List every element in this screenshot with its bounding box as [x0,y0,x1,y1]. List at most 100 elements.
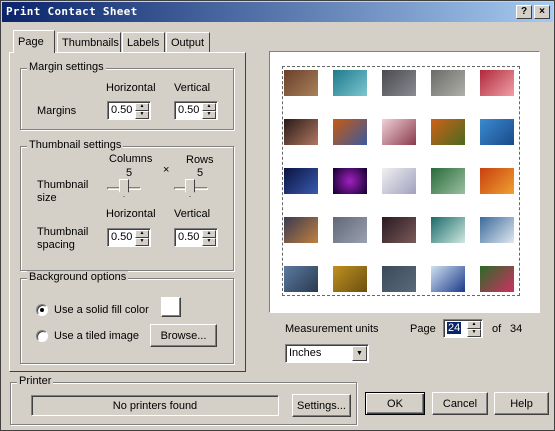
spin-up-icon[interactable]: ▲ [467,321,481,329]
thumbnail-grey-animal [431,70,465,96]
spin-up-icon[interactable]: ▲ [135,103,149,111]
help-button[interactable]: Help [494,392,549,415]
thumbnail-grey-texture [382,266,416,292]
margins-label: Margins [37,105,77,117]
solid-fill-radio[interactable] [36,304,48,316]
thumbnail-settings-group: Thumbnail settings Columns Rows × 5 5 Th… [20,139,234,271]
printer-title: Printer [17,375,54,387]
thumbnail-brown-sepia-scene [284,70,318,96]
thumbnail-green-valley [431,168,465,194]
thumbnail-boat-water [431,266,465,292]
thumbnail-red-flowers [480,70,514,96]
tab-thumbnails-label: Thumbnails [62,36,119,49]
tab-output-label: Output [171,36,205,49]
columns-slider-thumb[interactable] [119,179,129,197]
margin-settings-group: Margin settings Horizontal Vertical Marg… [20,61,234,130]
thumbnail-mountain-lake [480,217,514,243]
thumbnail-landscape-sunset [284,217,318,243]
thumbnail-autumn-tree [431,119,465,145]
thumbnail-pink-flowers [480,266,514,292]
thumbnail-grey-gravel [333,217,367,243]
thumbnail-sea-scene [284,266,318,292]
thumbnail-autumn-leaves [333,119,367,145]
spin-up-icon[interactable]: ▲ [202,230,216,238]
page-total: 34 [510,323,523,335]
spin-down-icon[interactable]: ▼ [135,111,149,119]
spacing-horizontal-value: 0.50 [111,231,133,243]
background-options-group: Background options Use a solid fill colo… [20,271,234,364]
margin-vertical-spinner[interactable]: 0.50 ▲ ▼ [174,101,218,120]
thumbnail-autumn-forest [480,168,514,194]
solid-fill-label[interactable]: Use a solid fill color [54,304,149,316]
spacing-vertical-value: 0.50 [178,231,200,243]
title-bar[interactable]: Print Contact Sheet ? × [2,2,553,22]
thumbnail-waterfall-teal [333,70,367,96]
thumbnail-sketch-drawing [382,168,416,194]
thumbnail-blue-bird [480,119,514,145]
spin-down-icon[interactable]: ▼ [202,111,216,119]
tab-labels-label: Labels [127,36,160,49]
spacing-vertical-label: Vertical [174,208,211,220]
spin-down-icon[interactable]: ▼ [135,238,149,246]
margin-settings-title: Margin settings [27,61,106,73]
printer-settings-button[interactable]: Settings... [292,394,351,417]
background-options-title: Background options [27,271,129,283]
tiled-image-label[interactable]: Use a tiled image [54,330,139,342]
spin-down-icon[interactable]: ▼ [467,329,481,337]
thumbnail-yellow-trees [333,266,367,292]
close-title-button[interactable]: × [534,5,550,19]
spacing-vertical-spinner[interactable]: 0.50 ▲ ▼ [174,228,218,247]
measurement-units-label: Measurement units [285,323,379,335]
page-current-value: 24 [447,322,462,334]
fill-color-swatch-button[interactable] [161,297,181,317]
dropdown-arrow-icon[interactable]: ▼ [352,346,367,361]
spacing-horizontal-spinner[interactable]: 0.50 ▲ ▼ [107,228,151,247]
page-label: Page [410,323,436,335]
radio-selected-dot [40,308,44,312]
page-of-label: of [492,323,502,335]
rows-slider-thumb[interactable] [185,179,195,197]
margin-horizontal-value: 0.50 [111,104,133,116]
spin-down-icon[interactable]: ▼ [202,238,216,246]
browse-button[interactable]: Browse... [150,324,217,347]
tab-thumbnails[interactable]: Thumbnails [57,32,121,52]
thumbnail-child-portrait [382,119,416,145]
cancel-button[interactable]: Cancel [432,392,488,415]
margin-horizontal-spinner[interactable]: 0.50 ▲ ▼ [107,101,151,120]
times-symbol: × [163,164,170,176]
spin-up-icon[interactable]: ▲ [202,103,216,111]
ok-button[interactable]: OK [365,392,425,415]
thumbnail-bird-flying [431,217,465,243]
margin-vertical-label: Vertical [174,82,211,94]
measurement-units-dropdown[interactable]: Inches ▼ [285,344,369,363]
tab-page-label: Page [18,36,44,48]
page-spinner[interactable]: 24 ▲ ▼ [443,319,483,338]
spacing-horizontal-label: Horizontal [106,208,156,220]
thumbnail-dark-interior [382,217,416,243]
printer-group: Printer No printers found Settings... [10,375,357,425]
tiled-image-radio[interactable] [36,330,48,342]
thumbnail-size-label: Thumbnail size [37,179,89,204]
window-title: Print Contact Sheet [6,5,138,18]
thumbnail-night-blue-scene [284,168,318,194]
rows-value: 5 [197,167,204,179]
page-tab-panel: Margin settings Horizontal Vertical Marg… [9,52,246,372]
print-contact-sheet-dialog: Print Contact Sheet ? × Page Thumbnails … [0,0,555,431]
thumbnail-firework-circle [333,168,367,194]
thumbnail-settings-title: Thumbnail settings [27,139,124,151]
thumbnail-spacing-label: Thumbnail spacing [37,226,89,251]
tab-page[interactable]: Page [13,30,55,53]
columns-label: Columns [109,153,153,165]
measurement-units-value: Inches [289,347,322,359]
rows-label: Rows [186,154,214,166]
tab-output[interactable]: Output [166,32,210,52]
help-title-button[interactable]: ? [516,5,532,19]
thumbnail-woman-portrait [284,119,318,145]
contact-sheet-preview [269,51,540,313]
columns-value: 5 [126,167,133,179]
tab-labels[interactable]: Labels [122,32,165,52]
printer-status-text: No printers found [112,399,198,412]
spin-up-icon[interactable]: ▲ [135,230,149,238]
margin-vertical-value: 0.50 [178,104,200,116]
printer-status-field: No printers found [31,395,279,416]
